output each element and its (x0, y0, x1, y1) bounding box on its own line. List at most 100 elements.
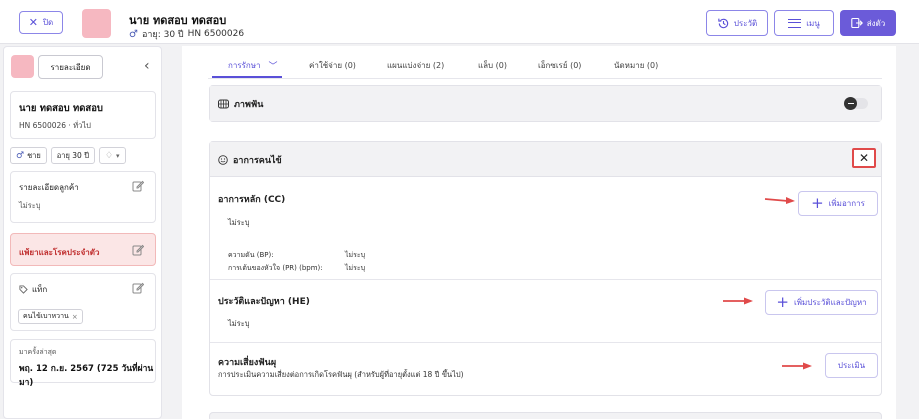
tab-installment[interactable]: แผนแบ่งจ่าย (2) (387, 59, 444, 72)
last-visit-card: มาครั้งล่าสุด พฤ. 12 ก.ย. 2567 (725 วันท… (10, 339, 156, 388)
tab-appointment[interactable]: นัดหมาย (0) (614, 59, 658, 72)
gender-chip: ♂ ชาย (10, 147, 47, 164)
he-value: ไม่ระบุ (228, 319, 250, 328)
patient-card: นาย ทดสอบ ทดสอบ HN 6500026 · ทั่วไป (10, 91, 156, 139)
add-symptom-label: เพิ่มอาการ (828, 199, 865, 208)
male-icon: ♂ (129, 28, 138, 40)
tag-header: แท็ก (19, 283, 47, 296)
send-button[interactable]: ส่งตัว (840, 10, 896, 36)
tag-title: แท็ก (32, 285, 48, 294)
bp-value: ไม่ระบุ (345, 251, 366, 259)
patient-chips: ♂ ชาย อายุ 30 ปี ♢ ▾ (10, 147, 126, 164)
edit-icon[interactable] (132, 282, 144, 294)
dental-chart-toggle[interactable] (844, 97, 868, 110)
customer-details-card[interactable]: รายละเอียดลูกค้า ไม่ระบุ (10, 171, 156, 223)
toggle-knob (844, 97, 857, 110)
symptoms-title-wrap: อาการคนไข้ (218, 153, 282, 167)
last-visit-value: พฤ. 12 ก.ย. 2567 (725 วันที่ผ่านมา) (19, 364, 154, 388)
dental-chart-title: ภาพฟัน (234, 100, 264, 110)
caries-risk-section: ความเสี่ยงฟันผุ การประเมินความเสี่ยงต่อก… (210, 344, 881, 394)
gender-label: ชาย (27, 150, 41, 160)
patient-age: อายุ: 30 ปี (141, 30, 184, 40)
next-panel (209, 412, 882, 419)
tab-treatment[interactable]: การรักษา ﹀ (228, 59, 278, 72)
add-history-label: เพิ่มประวัติและปัญหา (793, 298, 867, 307)
allergy-title: แพ้ยาและโรคประจำตัว (19, 248, 100, 257)
annotation-arrow-icon (764, 197, 795, 204)
assess-button[interactable]: ประเมิน (825, 353, 878, 378)
teeth-icon (218, 99, 229, 109)
last-visit-label: มาครั้งล่าสุด (19, 348, 57, 356)
tag-value: คนไข้เบาหวาน (23, 312, 69, 320)
tag-chip[interactable]: คนไข้เบาหวาน × (18, 309, 83, 324)
menu-button[interactable]: เมนู (774, 10, 834, 36)
close-section-button[interactable]: ✕ (852, 148, 876, 168)
customer-details-value: ไม่ระบุ (19, 201, 41, 210)
chevron-down-icon: ▾ (116, 151, 120, 160)
active-tab-indicator (212, 76, 282, 78)
caries-risk-description: การประเมินความเสี่ยงต่อการเกิดโรคฟันผุ (… (218, 370, 464, 379)
symptoms-header: อาการคนไข้ ✕ (210, 142, 881, 177)
send-out-icon (851, 17, 863, 29)
plus-icon: + (776, 293, 789, 311)
history-label: ประวัติ (733, 18, 758, 28)
tab-xray[interactable]: เอ็กซเรย์ (0) (538, 59, 581, 72)
close-icon: ✕ (858, 151, 870, 165)
hamburger-icon (788, 18, 802, 28)
dental-chart-header: ภาพฟัน (210, 86, 881, 121)
send-label: ส่งตัว (866, 18, 886, 28)
tag-card[interactable]: แท็ก คนไข้เบาหวาน × (10, 273, 156, 331)
pr-label: การเต้นของหัวใจ (PR) (bpm): (228, 264, 323, 272)
annotation-arrow-icon (723, 297, 753, 305)
patient-sidebar: รายละเอียด ‹ นาย ทดสอบ ทดสอบ HN 6500026 … (3, 46, 162, 419)
pr-value: ไม่ระบุ (345, 264, 366, 272)
add-symptom-button[interactable]: + เพิ่มอาการ (798, 191, 878, 216)
detail-button[interactable]: รายละเอียด (38, 55, 103, 79)
chief-complaint-section: อาการหลัก (CC) ไม่ระบุ ความดัน (BP): ไม่… (210, 178, 881, 280)
remove-tag-icon[interactable]: × (72, 313, 78, 321)
sidebar-patient-name: นาย ทดสอบ ทดสอบ (19, 103, 103, 114)
age-chip: อายุ 30 ปี (50, 147, 95, 164)
customer-details-title: รายละเอียดลูกค้า (19, 183, 79, 192)
tab-label: การรักษา (228, 61, 261, 70)
close-label: ปิด (42, 18, 54, 27)
tag-icon (19, 285, 28, 294)
he-title: ประวัติและปัญหา (HE) (218, 297, 310, 307)
history-button[interactable]: ประวัติ (706, 10, 768, 36)
cc-title: อาการหลัก (CC) (218, 195, 286, 205)
sidebar-hn: HN 6500026 · ทั่วไป (19, 121, 91, 130)
male-icon: ♂ (16, 150, 25, 161)
caries-risk-title: ความเสี่ยงฟันผุ (218, 358, 277, 368)
history-section: ประวัติและปัญหา (HE) ไม่ระบุ + เพิ่มประว… (210, 281, 881, 343)
symptoms-title: อาการคนไข้ (233, 156, 282, 166)
smile-icon (218, 155, 228, 165)
chevron-down-icon: ﹀ (268, 62, 278, 72)
chevron-left-icon[interactable]: ‹ (144, 58, 150, 74)
tab-expenses[interactable]: ค่าใช้จ่าย (0) (309, 59, 356, 72)
tabs-divider (208, 78, 882, 79)
allergy-card[interactable]: แพ้ยาและโรคประจำตัว (10, 233, 156, 266)
annotation-arrow-icon (782, 362, 812, 370)
cc-value: ไม่ระบุ (228, 218, 250, 227)
dental-chart-panel: ภาพฟัน (209, 85, 882, 122)
bp-label: ความดัน (BP): (228, 251, 274, 259)
top-bar: ✕ ปิด นาย ทดสอบ ทดสอบ ♂ อายุ: 30 ปี HN 6… (0, 0, 919, 44)
history-icon (718, 18, 729, 28)
main-content: การรักษา ﹀ ค่าใช้จ่าย (0) แผนแบ่งจ่าย (2… (182, 46, 896, 419)
sidebar-avatar (11, 55, 34, 78)
close-button[interactable]: ✕ ปิด (19, 11, 63, 34)
symptoms-panel: อาการคนไข้ ✕ อาการหลัก (CC) ไม่ระบุ ความ… (209, 141, 882, 396)
edit-icon[interactable] (132, 244, 144, 256)
add-history-button[interactable]: + เพิ่มประวัติและปัญหา (765, 290, 878, 315)
menu-label: เมนู (806, 18, 820, 28)
patient-avatar (82, 9, 111, 38)
patient-hn: HN 6500026 (187, 29, 245, 39)
dental-chart-title-wrap: ภาพฟัน (218, 97, 263, 111)
plus-icon: + (811, 194, 824, 212)
tab-lab[interactable]: แล็บ (0) (478, 59, 507, 72)
patient-info: ♂ อายุ: 30 ปี HN 6500026 (129, 27, 244, 41)
diamond-icon: ♢ (104, 150, 114, 161)
edit-icon[interactable] (132, 180, 144, 192)
vip-dropdown[interactable]: ♢ ▾ (98, 147, 126, 164)
close-icon: ✕ (28, 16, 38, 29)
